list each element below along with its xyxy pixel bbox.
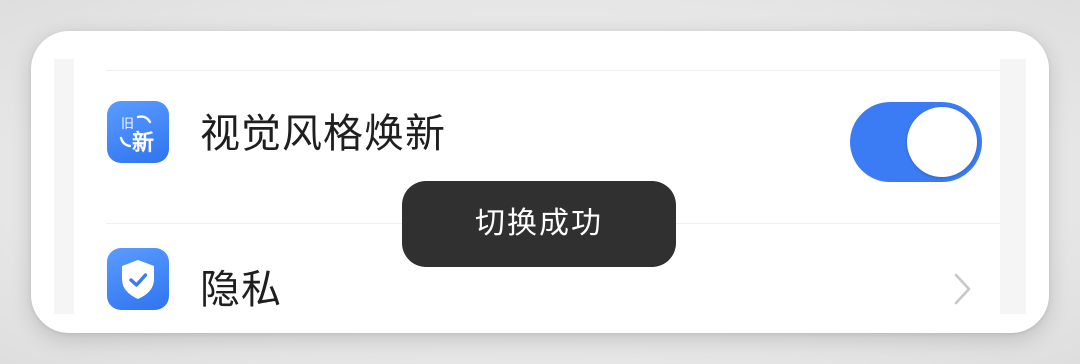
privacy-shield-icon (107, 248, 169, 310)
old-new-style-icon: 旧 新 (107, 101, 169, 163)
icon-old-char: 旧 (121, 117, 134, 132)
icon-new-char: 新 (132, 130, 154, 156)
old-new-style-glyph: 旧 新 (119, 115, 154, 156)
chevron-right-icon[interactable] (952, 269, 974, 309)
toggle-knob (907, 107, 977, 177)
privacy-label: 隐私 (200, 267, 282, 313)
toast-message: 切换成功 (402, 181, 676, 267)
shield-glyph (122, 260, 154, 299)
screen: 旧 新 视觉风格焕新 隐私 切换成功 (0, 0, 1080, 364)
visual-style-toggle[interactable] (850, 102, 982, 182)
settings-item-visual-style[interactable]: 旧 新 视觉风格焕新 (74, 71, 1000, 182)
visual-style-label: 视觉风格焕新 (200, 111, 446, 157)
